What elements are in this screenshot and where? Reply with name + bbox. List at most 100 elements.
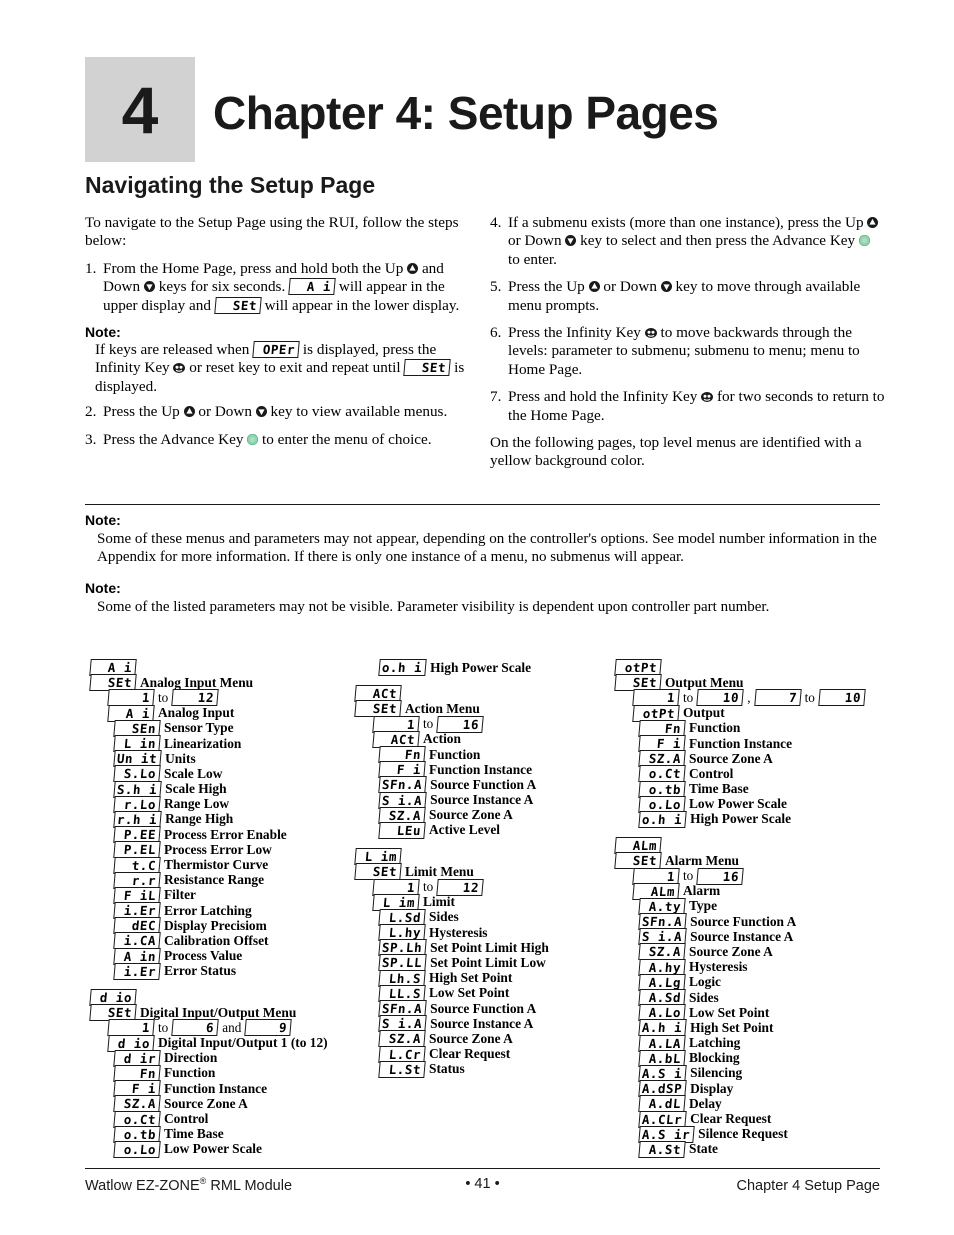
menu-tree-row: 1 to 12	[372, 878, 610, 896]
menu-item-label: Sides	[689, 989, 719, 1005]
menu-item-label: Source Zone A	[429, 807, 513, 823]
menu-item-label: Analog Input	[158, 705, 235, 721]
range-end-chip-2: 10	[818, 689, 866, 707]
menu-item-label: Display	[690, 1080, 734, 1096]
chapter-header: 4 Chapter 4: Setup Pages	[85, 57, 885, 162]
menu-code-chip: SZ.A	[638, 943, 686, 961]
note-2-label: Note:	[85, 580, 121, 596]
display-code-chip: OPEr	[252, 341, 300, 359]
menu-item-label: Source Instance A	[690, 928, 794, 944]
menu-code-chip: t.C	[113, 856, 161, 874]
menu-tree-row: SP.LL Set Point Limit Low	[378, 954, 610, 972]
infinity-key-icon	[173, 363, 186, 374]
menu-item-label: Low Power Scale	[689, 796, 787, 812]
menu-tree-row: F iL Filter	[113, 886, 350, 904]
range-extra-chip: 9	[244, 1019, 293, 1037]
step-4-number: 4.	[490, 214, 502, 231]
footer-left: Watlow EZ-ZONE® RML Module	[85, 1176, 292, 1194]
menu-item-label: Time Base	[164, 1126, 224, 1142]
menu-tree-row: SZ.A Source Zone A	[638, 943, 915, 961]
menu-tree-row: SEt Action Menu	[354, 700, 610, 718]
down-arrow-key-icon	[660, 281, 672, 293]
menu-code-chip: P.EL	[113, 841, 161, 859]
range-connector: to	[683, 689, 694, 705]
menu-code-chip: S.Lo	[113, 765, 161, 783]
menu-tree-row: r.h i Range High	[113, 810, 350, 828]
step-1: 1. From the Home Page, press and hold bo…	[85, 260, 475, 315]
menu-tree-row: o.Ct Control	[638, 765, 915, 783]
instructions-column-right: 4. If a submenu exists (more than one in…	[490, 214, 885, 480]
step-4-text-b: or Down	[508, 232, 562, 250]
menu-item-label: High Set Point	[690, 1019, 774, 1035]
menu-tree-column-2: o.h i High Power Scale ACt SEt Action Menu 1 t…	[354, 659, 610, 1078]
menu-tree-row: L.Cr Clear Request	[378, 1045, 610, 1063]
menu-item-label: Status	[429, 1061, 465, 1077]
menu-tree-row: A.dSP Display	[638, 1080, 915, 1098]
menu-item-label: High Power Scale	[430, 659, 532, 675]
menu-tree-row: 1 to 16	[372, 715, 610, 733]
menu-code-chip: o.h i	[638, 810, 687, 828]
intro-paragraph: To navigate to the Setup Page using the …	[85, 214, 459, 250]
menu-tree-row: A.S i Silencing	[638, 1064, 915, 1082]
footer-divider	[85, 1168, 880, 1169]
closing-paragraph: On the following pages, top level menus …	[490, 434, 862, 470]
menu-item-label: High Power Scale	[690, 811, 792, 827]
menu-tree-row: A.CLr Clear Request	[638, 1110, 915, 1128]
menu-item-label: Control	[164, 1111, 209, 1127]
menu-item-label: Source Zone A	[429, 1030, 513, 1046]
step-7-number: 7.	[490, 388, 502, 406]
menu-item-label: Filter	[164, 887, 196, 903]
menu-tree-row: r.Lo Range Low	[113, 795, 350, 813]
menu-code-chip: SEt	[614, 852, 662, 870]
menu-tree-row: SFn.A Source Function A	[378, 1000, 610, 1018]
menu-item-label: Function Instance	[429, 761, 533, 777]
menu-tree-row: A i	[89, 659, 350, 677]
down-arrow-key-icon	[255, 406, 267, 418]
step-6-text-a: Press the Infinity Key	[508, 324, 641, 342]
menu-tree-row: o.Lo Low Power Scale	[638, 795, 915, 813]
menu-item-label: Type	[689, 898, 718, 914]
menu-item-label: State	[689, 1141, 719, 1157]
menu-tree-row: A.S ir Silence Request	[638, 1125, 915, 1143]
menu-tree-row: i.Er Error Latching	[113, 902, 350, 920]
menu-item-label: Silencing	[690, 1065, 743, 1081]
menu-tree-row: A.Sd Sides	[638, 989, 915, 1007]
menu-tree-row: SZ.A Source Zone A	[378, 806, 610, 824]
menu-tree-row: r.r Resistance Range	[113, 871, 350, 889]
menu-tree-row: SEt Limit Menu	[354, 863, 610, 881]
display-code-chip: SEt	[214, 296, 262, 314]
menu-item-label: Source Function A	[430, 776, 537, 792]
menu-item-label: Process Error Low	[164, 841, 272, 857]
up-arrow-key-icon	[588, 281, 600, 293]
menu-item-label: Function Instance	[689, 735, 793, 751]
menu-tree-row: A.dL Delay	[638, 1095, 915, 1113]
up-arrow-key-icon	[867, 217, 879, 228]
menu-item-label: Linearization	[164, 735, 242, 751]
menu-tree-row: A.LA Latching	[638, 1034, 915, 1052]
menu-item-label: Digital Input/Output 1 (to 12)	[158, 1035, 328, 1051]
menu-code-chip: o.Ct	[113, 1110, 161, 1128]
menu-item-label: Alarm	[683, 883, 721, 899]
step-6-number: 6.	[490, 324, 502, 342]
menu-tree-row: A.ty Type	[638, 897, 915, 915]
menu-item-label: Units	[165, 750, 196, 766]
step-5-text-b: or Down	[603, 278, 657, 296]
menu-tree-row: LL.S Low Set Point	[378, 984, 610, 1002]
menu-tree-row: L im	[354, 848, 610, 866]
menu-tree-row: A.Lg Logic	[638, 973, 915, 991]
menu-item-label: Source Function A	[690, 913, 797, 929]
menu-code-chip: L.St	[378, 1060, 426, 1078]
chapter-number-box: 4	[85, 57, 195, 162]
menu-tree-row: ALm	[614, 837, 915, 855]
step-7: 7. Press and hold the Infinity Key for t…	[490, 388, 885, 425]
step-3-number: 3.	[85, 430, 97, 448]
menu-code-chip: A.dL	[638, 1095, 686, 1113]
step-5: 5. Press the Up or Down key to move thro…	[490, 278, 885, 315]
menu-tree-column-3: otPt SEt Output Menu 1 to 10, 7 to 10 otPt Output F…	[614, 659, 915, 1158]
section-heading: Navigating the Setup Page	[85, 172, 376, 198]
menu-tree-row: L.hy Hysteresis	[378, 924, 610, 942]
menu-tree-row: Fn Function	[378, 746, 610, 764]
advance-key-icon	[858, 235, 870, 247]
menu-tree-row: d io	[89, 989, 350, 1007]
menu-item-label: Source Instance A	[430, 792, 534, 808]
